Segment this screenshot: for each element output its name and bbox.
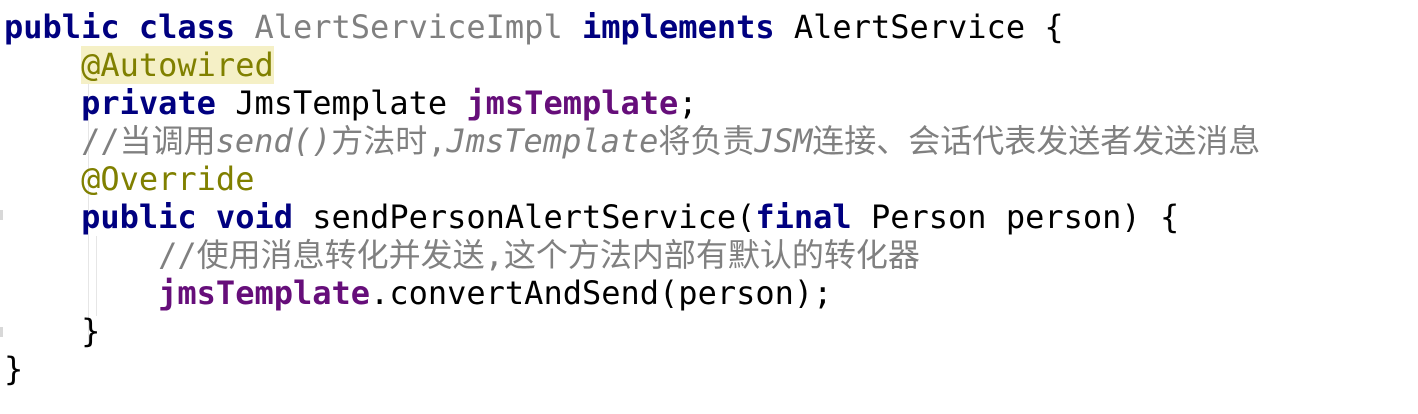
- semicolon: ;: [678, 84, 698, 122]
- code-line-4-comment: //当调用send()方法时,JmsTemplate将负责JSM连接、会话代表发…: [4, 122, 1260, 160]
- comment-part-7: 连接、会话代表发送者发送消息: [812, 122, 1261, 160]
- comment-part-6: JSM: [754, 122, 813, 160]
- comment-part-2: send(): [215, 122, 332, 160]
- method-call: .convertAndSend(person);: [370, 274, 833, 312]
- keyword-private: private: [81, 84, 216, 122]
- code-line-9: }: [4, 312, 100, 350]
- code-editor[interactable]: public class AlertServiceImpl implements…: [0, 0, 1418, 414]
- keyword-implements: implements: [581, 8, 775, 46]
- fold-marker-method-end[interactable]: [0, 327, 3, 337]
- method-params: Person person) {: [870, 198, 1180, 236]
- keyword-public: public: [4, 8, 120, 46]
- comment-part-5: 将负责: [658, 122, 755, 160]
- interface-name: AlertService: [793, 8, 1026, 46]
- code-line-3: private JmsTemplate jmsTemplate;: [4, 84, 698, 122]
- close-brace-class: }: [4, 350, 24, 388]
- method-name: sendPersonAlertService(: [312, 198, 756, 236]
- class-name: AlertServiceImpl: [254, 8, 563, 46]
- comment-part-3: 方法时,: [331, 122, 447, 160]
- code-line-10: }: [4, 350, 23, 388]
- code-line-7-comment: //使用消息转化并发送,这个方法内部有默认的转化器: [4, 236, 920, 274]
- open-brace: {: [1044, 8, 1064, 46]
- keyword-final: final: [755, 198, 852, 236]
- keyword-class: class: [138, 8, 236, 46]
- field-jmstemplate-usage: jmsTemplate: [158, 274, 371, 312]
- fold-marker-method-start[interactable]: [0, 210, 3, 220]
- code-line-2: @Autowired: [4, 46, 274, 84]
- code-line-1: public class AlertServiceImpl implements…: [4, 8, 1064, 46]
- comment-part-4: JmsTemplate: [446, 122, 659, 160]
- close-brace-method: }: [81, 312, 101, 350]
- keyword-public-method: public: [81, 198, 197, 236]
- comment-convert: //使用消息转化并发送,这个方法内部有默认的转化器: [158, 236, 920, 274]
- field-jmstemplate: jmsTemplate: [466, 84, 679, 122]
- keyword-void: void: [215, 198, 293, 236]
- annotation-override: @Override: [81, 160, 255, 198]
- code-line-6: public void sendPersonAlertService(final…: [4, 198, 1179, 236]
- code-line-8: jmsTemplate.convertAndSend(person);: [4, 274, 832, 312]
- type-jmstemplate: JmsTemplate: [235, 84, 448, 122]
- annotation-autowired: @Autowired: [81, 46, 274, 84]
- comment-part-1: //当调用: [81, 122, 216, 160]
- code-line-5: @Override: [4, 160, 254, 198]
